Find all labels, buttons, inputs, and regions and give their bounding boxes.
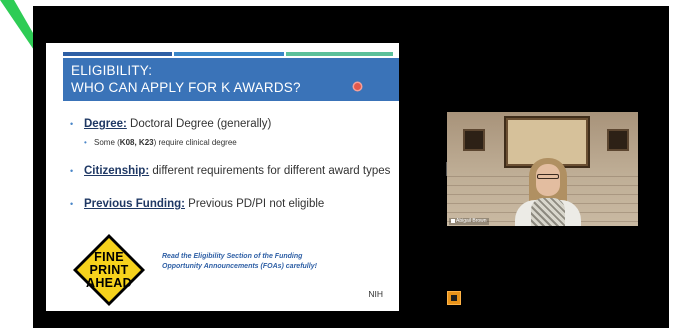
- self-view-tile-icon[interactable]: [447, 291, 461, 305]
- slide-title-band: ELIGIBILITY: WHO CAN APPLY FOR K AWARDS?: [63, 58, 399, 101]
- bullet-marker-icon: •: [70, 199, 74, 209]
- shared-slide: ELIGIBILITY: WHO CAN APPLY FOR K AWARDS?…: [46, 43, 399, 311]
- participant-name: Abigail Brown: [456, 218, 487, 224]
- sign-line3: AHEAD: [86, 275, 132, 290]
- bullet-text: Previous PD/PI not eligible: [184, 198, 325, 210]
- bullet-citizenship: • Citizenship: different requirements for…: [70, 165, 390, 177]
- bullet-marker-icon: •: [70, 119, 74, 129]
- bullet-key: Citizenship:: [84, 165, 150, 177]
- sign-line2: PRINT: [89, 262, 129, 277]
- participant-glasses: [537, 174, 559, 179]
- sub-bullet-bold: K08, K23: [119, 138, 154, 147]
- laser-pointer-dot: [354, 83, 361, 90]
- top-bar-blue: [174, 52, 284, 56]
- slide-footer: NIH: [368, 289, 383, 299]
- bullet-key: Previous Funding:: [84, 198, 185, 210]
- top-bar-dark-blue: [63, 52, 173, 56]
- wall-picture-right: [607, 129, 629, 151]
- foa-note-line2: Opportunity Announcements (FOAs) careful…: [162, 263, 317, 270]
- self-view-inner: [451, 295, 457, 301]
- sub-bullet-k-awards: • Some (K08, K23) require clinical degree: [84, 138, 237, 147]
- sub-bullet-prefix: Some (: [94, 138, 120, 147]
- participant-name-tag: Abigail Brown: [449, 218, 489, 225]
- signal-strength-icon: [451, 218, 455, 223]
- bullet-text: Doctoral Degree (generally): [126, 118, 272, 130]
- sub-bullet-marker-icon: •: [84, 138, 87, 147]
- foa-note: Read the Eligibility Section of the Fund…: [162, 252, 362, 272]
- participant-scarf: [531, 198, 565, 226]
- fine-print-sign: FINE PRINT AHEAD: [72, 233, 146, 307]
- wall-picture-left: [463, 129, 485, 151]
- participant-video-tile[interactable]: Abigail Brown: [447, 112, 638, 226]
- top-bar-green: [285, 52, 393, 56]
- bullet-marker-icon: •: [70, 166, 74, 176]
- sign-text: FINE PRINT AHEAD: [72, 233, 146, 307]
- sign-line1: FINE: [94, 249, 124, 264]
- bullet-previous-funding: • Previous Funding: Previous PD/PI not el…: [70, 198, 324, 210]
- sub-bullet-suffix: ) require clinical degree: [153, 138, 237, 147]
- slide-title: ELIGIBILITY: WHO CAN APPLY FOR K AWARDS?: [71, 62, 301, 96]
- foa-note-line1: Read the Eligibility Section of the Fund…: [162, 253, 303, 260]
- slide-title-line2: WHO CAN APPLY FOR K AWARDS?: [71, 80, 301, 95]
- bullet-text: different requirements for different awa…: [149, 165, 391, 177]
- participant-face: [536, 164, 560, 196]
- slide-title-line1: ELIGIBILITY:: [71, 63, 153, 78]
- bullet-degree: • Degree: Doctoral Degree (generally): [70, 118, 271, 130]
- slide-top-bars: [63, 52, 393, 56]
- bullet-key: Degree:: [84, 118, 127, 130]
